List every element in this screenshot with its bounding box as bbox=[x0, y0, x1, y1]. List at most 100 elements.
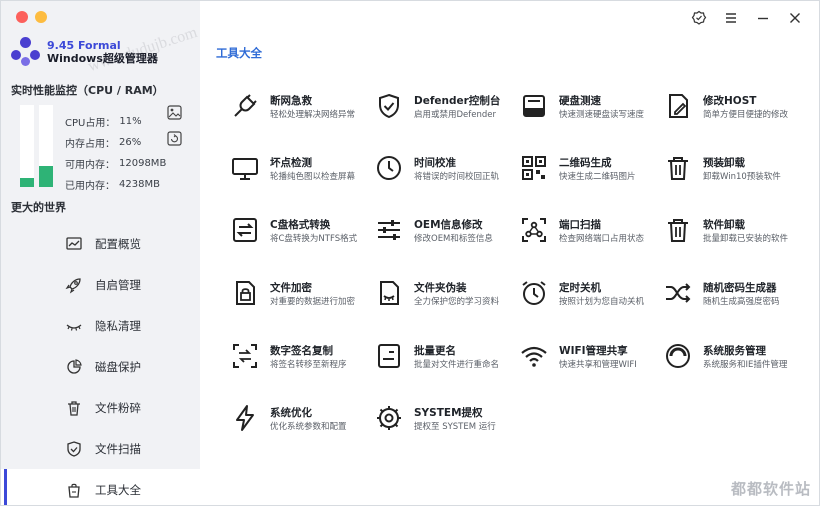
chart-icon bbox=[66, 236, 82, 250]
pie-icon bbox=[67, 358, 82, 374]
refresh-icon[interactable] bbox=[167, 131, 182, 146]
tool-desc: 修改OEM和标签信息 bbox=[414, 234, 493, 244]
sidebar-item-disk-protect[interactable]: 磁盘保护 bbox=[1, 346, 200, 387]
used-memory-value: 4238MB bbox=[119, 179, 160, 190]
rocket-icon bbox=[65, 277, 81, 293]
close-icon[interactable] bbox=[787, 10, 803, 26]
tool-name: 批量更名 bbox=[414, 345, 456, 357]
tool-system-elevate[interactable]: SYSTEM提权 提权至 SYSTEM 运行 bbox=[374, 399, 524, 439]
cpu-bar-fill bbox=[20, 177, 34, 187]
app-window: www.dudujb.com 9.45 Formal Windows超级管理器 … bbox=[0, 0, 820, 506]
memory-bar bbox=[39, 105, 53, 187]
sidebar-item-startup[interactable]: 自启管理 bbox=[1, 264, 200, 305]
stats-list: CPU占用： 11% 内存占用： 26% 可用内存： 12098MB 已用内存： 423… bbox=[65, 111, 166, 195]
alarm-clock-icon bbox=[522, 281, 546, 305]
tool-desc: 将错误的时间校回正轨 bbox=[414, 172, 500, 182]
tool-desc: 轻松处理解决网络异常 bbox=[270, 110, 356, 120]
sidebar-item-label: 文件粉碎 bbox=[95, 400, 141, 415]
tool-desc: 全力保护您的学习资料 bbox=[414, 297, 500, 307]
sidebar-item-shredder[interactable]: 文件粉碎 bbox=[1, 387, 200, 428]
minimize-icon[interactable] bbox=[755, 10, 771, 26]
tool-network-rescue[interactable]: 断网急救 轻松处理解决网络异常 bbox=[230, 87, 380, 127]
tool-name: 端口扫描 bbox=[559, 219, 601, 231]
tool-service-manager[interactable]: 系统服务管理 系统服务和IE插件管理 bbox=[663, 337, 813, 377]
badge-check-icon[interactable] bbox=[691, 10, 707, 26]
image-icon[interactable] bbox=[167, 105, 182, 120]
bag-icon bbox=[68, 483, 80, 498]
shield-check-icon bbox=[379, 93, 399, 119]
tool-qrcode[interactable]: 二维码生成 快速生成二维码图片 bbox=[519, 149, 669, 189]
trash-icon bbox=[68, 400, 80, 416]
tool-wifi-share[interactable]: WIFI管理共享 快速共享和管理WIFI bbox=[519, 337, 669, 377]
memory-usage-value: 26% bbox=[119, 137, 142, 148]
sidebar-item-overview[interactable]: 配置概览 bbox=[1, 223, 200, 264]
cpu-usage-row: CPU占用： 11% bbox=[65, 116, 142, 129]
tool-port-scan[interactable]: 端口扫描 检查网络端口占用状态 bbox=[519, 211, 669, 251]
tool-name: Defender控制台 bbox=[414, 95, 501, 107]
wifi-icon bbox=[521, 346, 547, 367]
app-brand: 9.45 Formal Windows超级管理器 bbox=[11, 37, 158, 67]
tool-name: 二维码生成 bbox=[559, 157, 612, 169]
sidebar-item-label: 隐私清理 bbox=[95, 318, 141, 333]
cpu-usage-value: 11% bbox=[119, 116, 142, 127]
tool-name: WIFI管理共享 bbox=[559, 345, 628, 357]
memory-bar-fill bbox=[39, 165, 53, 187]
sidebar-item-label: 磁盘保护 bbox=[95, 359, 141, 374]
tool-name: 硬盘测速 bbox=[559, 95, 601, 107]
tool-scheduled-shutdown[interactable]: 定时关机 按照计划为您自动关机 bbox=[519, 274, 669, 314]
tool-name: 数字签名复制 bbox=[270, 345, 333, 357]
window-controls bbox=[16, 11, 47, 23]
section-title: 工具大全 bbox=[216, 46, 262, 60]
tool-name: 修改HOST bbox=[703, 95, 757, 107]
tool-dead-pixel[interactable]: 坏点检测 轮播纯色图以检查屏幕 bbox=[230, 149, 380, 189]
sidebar-item-file-scan[interactable]: 文件扫描 bbox=[1, 428, 200, 469]
minimize-window-button[interactable] bbox=[35, 11, 47, 23]
tool-c-drive-convert[interactable]: C盘格式转换 将C盘转换为NTFS格式 bbox=[230, 211, 380, 251]
tool-name: 断网急救 bbox=[270, 95, 312, 107]
tool-folder-disguise[interactable]: 文件夹伪装 全力保护您的学习资料 bbox=[374, 274, 524, 314]
tool-random-password[interactable]: 随机密码生成器 随机生成高强度密码 bbox=[663, 274, 813, 314]
tool-name: SYSTEM提权 bbox=[414, 407, 483, 419]
tool-disk-speed[interactable]: 硬盘测速 快速测速硬盘读写速度 bbox=[519, 87, 669, 127]
close-window-button[interactable] bbox=[16, 11, 28, 23]
plug-icon bbox=[234, 94, 257, 117]
watermark-logo: 都都软件站 bbox=[730, 480, 811, 498]
sidebar-item-privacy[interactable]: 隐私清理 bbox=[1, 305, 200, 346]
sidebar-item-toolbox[interactable]: 工具大全 bbox=[1, 469, 200, 505]
tool-desc: 快速测速硬盘读写速度 bbox=[559, 110, 645, 120]
sliders-icon bbox=[378, 220, 400, 240]
tool-preinstall-uninstall[interactable]: 预装卸载 卸载Win10预装软件 bbox=[663, 149, 813, 189]
tool-desc: 检查网络端口占用状态 bbox=[559, 234, 645, 244]
tool-defender[interactable]: Defender控制台 启用或禁用Defender bbox=[374, 87, 524, 127]
tool-name: 系统服务管理 bbox=[703, 345, 766, 357]
tool-system-optimize[interactable]: 系统优化 优化系统参数和配置 bbox=[230, 399, 380, 439]
trash-icon bbox=[668, 219, 688, 242]
tool-name: 时间校准 bbox=[414, 157, 456, 169]
tool-desc: 优化系统参数和配置 bbox=[270, 422, 347, 432]
tool-oem-edit[interactable]: OEM信息修改 修改OEM和标签信息 bbox=[374, 211, 524, 251]
sidebar-item-label: 工具大全 bbox=[95, 482, 141, 497]
sidebar: www.dudujb.com 9.45 Formal Windows超级管理器 … bbox=[1, 1, 200, 505]
available-memory-value: 12098MB bbox=[119, 158, 167, 169]
tool-name: C盘格式转换 bbox=[270, 219, 331, 231]
tool-name: OEM信息修改 bbox=[414, 219, 483, 231]
app-version: 9.45 Formal bbox=[47, 39, 121, 52]
tool-name: 软件卸载 bbox=[703, 219, 745, 231]
tool-time-sync[interactable]: 时间校准 将错误的时间校回正轨 bbox=[374, 149, 524, 189]
tool-signature-copy[interactable]: 数字签名复制 将签名转移至新程序 bbox=[230, 337, 380, 377]
network-scan-icon bbox=[522, 218, 546, 242]
gear-cluster-icon bbox=[377, 406, 401, 430]
copy-sign-icon bbox=[233, 344, 257, 368]
app-logo-icon bbox=[11, 37, 41, 67]
monitor-icon bbox=[232, 158, 258, 180]
tool-desc: 系统服务和IE插件管理 bbox=[703, 360, 788, 370]
tool-desc: 批量卸载已安装的软件 bbox=[703, 234, 789, 244]
tool-name: 预装卸载 bbox=[703, 157, 745, 169]
tool-batch-rename[interactable]: 批量更名 批量对文件进行重命名 bbox=[374, 337, 524, 377]
menu-icon[interactable] bbox=[723, 10, 739, 26]
tool-software-uninstall[interactable]: 软件卸载 批量卸载已安装的软件 bbox=[663, 211, 813, 251]
tool-file-encrypt[interactable]: 文件加密 对重要的数据进行加密 bbox=[230, 274, 380, 314]
used-memory-row: 已用内存： 4238MB bbox=[65, 179, 160, 192]
memory-usage-row: 内存占用： 26% bbox=[65, 137, 142, 150]
tool-modify-host[interactable]: 修改HOST 简单方便目便捷的修改 bbox=[663, 87, 813, 127]
